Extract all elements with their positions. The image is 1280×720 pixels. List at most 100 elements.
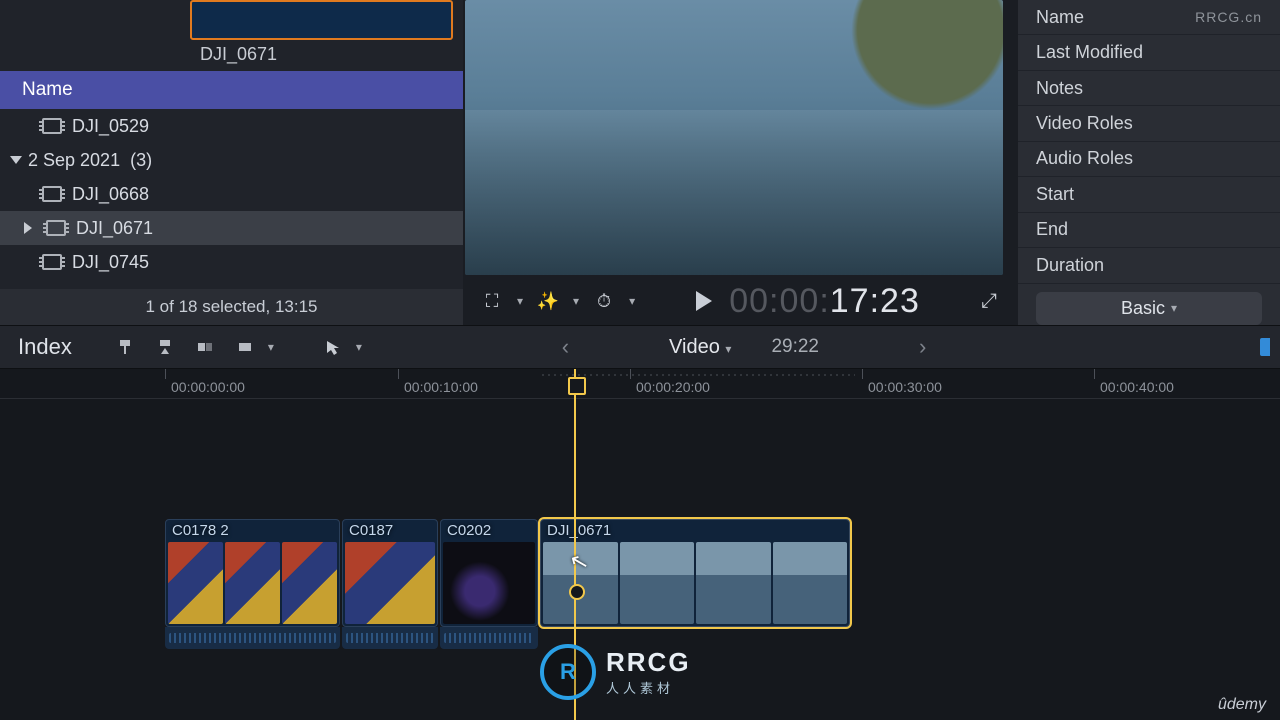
clip-label: DJI_0671 — [76, 218, 153, 239]
inspector-row-name[interactable]: Name RRCG.cn — [1018, 0, 1280, 35]
watermark-sub: 人人素材 — [606, 678, 691, 697]
project-name-text: Video — [669, 336, 720, 358]
inspector-field-label: End — [1036, 219, 1068, 240]
clip-thumbnail-frame — [225, 542, 280, 624]
inspector-field-label: Video Roles — [1036, 113, 1133, 134]
project-name[interactable]: Video ▾ — [669, 336, 731, 359]
browser-clip-row[interactable]: DJI_0668 — [0, 177, 463, 211]
watermark-center: R RRCG 人人素材 — [540, 644, 691, 700]
clip-thumbnail-frame — [773, 542, 848, 624]
chevron-down-icon[interactable]: ▾ — [356, 340, 362, 354]
inspector-view-label: Basic — [1121, 298, 1165, 319]
ruler-tick-label: 00:00:20:00 — [636, 379, 710, 395]
clip-audio-waveform[interactable] — [440, 627, 538, 649]
chevron-down-icon[interactable]: ▾ — [517, 294, 523, 308]
browser-clip-row[interactable]: DJI_0529 — [0, 109, 463, 143]
chevron-down-icon[interactable]: ▾ — [629, 294, 635, 308]
clip-title: DJI_0671 — [547, 522, 611, 539]
timecode-value: 17:23 — [830, 282, 920, 320]
chevron-down-icon[interactable]: ▾ — [573, 294, 579, 308]
inspector-row-audio-roles[interactable]: Audio Roles — [1018, 142, 1280, 177]
inspector-row-last-modified[interactable]: Last Modified — [1018, 35, 1280, 70]
viewer-timecode[interactable]: 00:00:17:23 — [729, 282, 920, 321]
inspector-field-label: Last Modified — [1036, 42, 1143, 63]
browser-column-header-name[interactable]: Name — [0, 71, 463, 109]
fullscreen-icon[interactable]: ⤢ — [974, 286, 1004, 316]
timeline-clips-lane[interactable]: C0178 2 C0187 C0202 DJI_0671 — [0, 519, 1280, 659]
transform-icon[interactable]: ⛶ — [477, 286, 507, 316]
watermark-brand: RRCG — [606, 647, 691, 678]
inspector-panel: Name RRCG.cn Last Modified Notes Video R… — [1018, 0, 1280, 325]
retime-icon[interactable]: ⏱ — [589, 286, 619, 316]
chevron-down-icon: ▾ — [1171, 301, 1177, 315]
clip-icon — [42, 254, 62, 270]
inspector-row-video-roles[interactable]: Video Roles — [1018, 106, 1280, 141]
history-back-button[interactable]: ‹ — [502, 334, 629, 360]
timeline-appearance-toggle[interactable] — [1260, 338, 1270, 356]
timeline-toolbar: Index ▾ ▾ ‹ Video ▾ 29:22 › — [0, 325, 1280, 369]
clip-title: C0202 — [447, 522, 491, 539]
viewer-panel: ⛶ ▾ ✨ ▾ ⏱ ▾ 00:00:17:23 ⤢ — [463, 0, 1018, 325]
viewer-canvas[interactable] — [465, 0, 1003, 275]
disclosure-triangle-icon[interactable] — [24, 222, 38, 234]
ruler-tick-label: 00:00:30:00 — [868, 379, 942, 395]
clip-icon — [46, 220, 66, 236]
selected-clip-label: DJI_0671 — [200, 44, 463, 65]
timeline-index-button[interactable]: Index — [18, 334, 72, 360]
history-forward-button[interactable]: › — [859, 334, 986, 360]
browser-clip-row[interactable]: DJI_0745 — [0, 245, 463, 279]
clip-thumbnail-frame — [696, 542, 771, 624]
append-edit-icon[interactable] — [188, 333, 222, 361]
watermark-logo-icon: R — [540, 644, 596, 700]
browser-clip-list[interactable]: DJI_0529 2 Sep 2021 (3) DJI_0668 DJI_0671 DJ… — [0, 109, 463, 289]
viewer-control-bar: ⛶ ▾ ✨ ▾ ⏱ ▾ 00:00:17:23 ⤢ — [463, 277, 1018, 325]
timeline-nav: ‹ Video ▾ 29:22 › — [502, 334, 987, 360]
event-browser: DJI_0671 Name DJI_05292 Sep 2021 (3)DJI_… — [0, 0, 463, 325]
top-region: DJI_0671 Name DJI_05292 Sep 2021 (3)DJI_… — [0, 0, 1280, 325]
clip-thumbnail-frame — [620, 542, 695, 624]
clip-label: DJI_0668 — [72, 184, 149, 205]
connect-edit-icon[interactable] — [108, 333, 142, 361]
timeline-area[interactable]: 00:00:00:00 00:00:10:00 00:00:20:00 00:00:3… — [0, 369, 1280, 720]
play-icon — [696, 291, 712, 311]
disclosure-triangle-icon[interactable] — [10, 156, 22, 164]
inspector-row-start[interactable]: Start — [1018, 177, 1280, 212]
watermark-top-right: RRCG.cn — [1195, 9, 1262, 25]
timeline-ruler[interactable]: 00:00:00:00 00:00:10:00 00:00:20:00 00:00:3… — [0, 369, 1280, 399]
ruler-tick-label: 00:00:10:00 — [404, 379, 478, 395]
inspector-row-end[interactable]: End — [1018, 213, 1280, 248]
selected-clip-thumbnail[interactable] — [190, 0, 453, 40]
browser-date-group[interactable]: 2 Sep 2021 (3) — [0, 143, 463, 177]
group-label: 2 Sep 2021 (3) — [28, 150, 152, 171]
inspector-field-label: Notes — [1036, 78, 1083, 99]
enhance-wand-icon[interactable]: ✨ — [533, 286, 563, 316]
clip-thumbnail-frame — [168, 542, 223, 624]
chevron-down-icon: ▾ — [725, 342, 731, 356]
clip-thumbnail-frame — [443, 542, 535, 624]
project-duration: 29:22 — [771, 336, 819, 358]
browser-clip-row[interactable]: DJI_0671 — [0, 211, 463, 245]
timeline-clip[interactable]: C0187 — [342, 519, 438, 627]
play-button[interactable] — [689, 286, 719, 316]
inspector-view-selector[interactable]: Basic ▾ — [1036, 292, 1262, 325]
clip-audio-waveform[interactable] — [342, 627, 438, 649]
inspector-field-label: Name — [1036, 7, 1084, 28]
inspector-field-label: Audio Roles — [1036, 148, 1133, 169]
timeline-clip[interactable]: C0178 2 — [165, 519, 340, 627]
inspector-field-label: Start — [1036, 184, 1074, 205]
clip-audio-waveform[interactable] — [165, 627, 340, 649]
inspector-row-notes[interactable]: Notes — [1018, 71, 1280, 106]
clip-icon — [42, 186, 62, 202]
ruler-tick-label: 00:00:00:00 — [171, 379, 245, 395]
select-tool-icon[interactable] — [316, 333, 350, 361]
inspector-row-duration[interactable]: Duration — [1018, 248, 1280, 283]
overwrite-edit-icon[interactable] — [228, 333, 262, 361]
timeline-clip[interactable]: C0202 — [440, 519, 538, 627]
clip-title: C0187 — [349, 522, 393, 539]
clip-label: DJI_0529 — [72, 116, 149, 137]
insert-edit-icon[interactable] — [148, 333, 182, 361]
clip-thumbnail-frame — [282, 542, 337, 624]
clip-title: C0178 2 — [172, 522, 229, 539]
ruler-used-range — [540, 373, 855, 377]
chevron-down-icon[interactable]: ▾ — [268, 340, 274, 354]
